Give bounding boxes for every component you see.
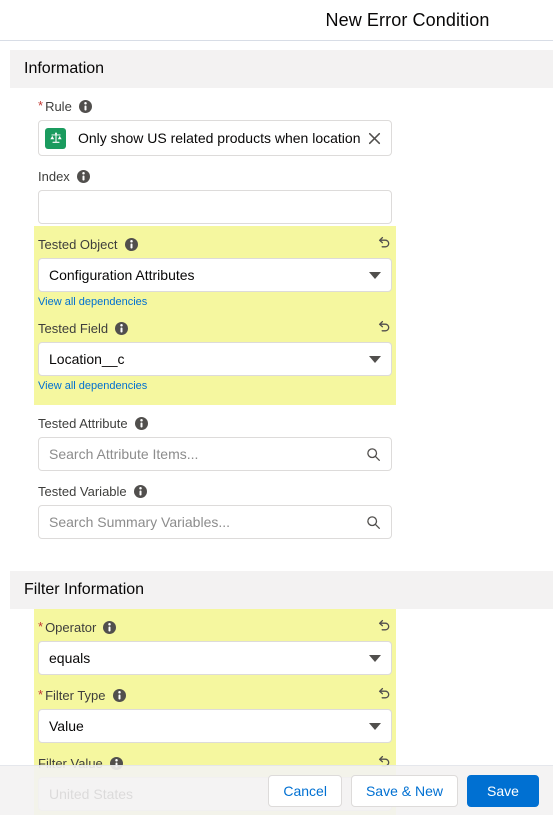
rule-lookup-pill[interactable]: Only show US related products when locat… [38,120,392,156]
modal-header: New Error Condition [0,0,553,41]
field-operator: * Operator equals [34,609,396,677]
info-icon[interactable] [78,99,92,113]
operator-value: equals [49,650,91,666]
field-label: Filter Type [45,687,106,703]
field-label: Tested Variable [38,483,127,499]
field-label: Tested Attribute [38,415,128,431]
modal-body[interactable]: Information * Rule Only show US related … [0,42,553,815]
section-title: Information [24,60,105,77]
field-index: Index [34,158,396,226]
save-button[interactable]: Save [467,774,539,807]
rule-value: Only show US related products when locat… [78,130,362,146]
undo-icon[interactable] [376,686,392,702]
field-tested-object: Tested Object Configuration Attributes V… [34,226,396,310]
chevron-down-icon [369,355,381,363]
modal-footer: Cancel Save & New Save [0,765,553,815]
info-icon[interactable] [115,321,129,335]
field-rule: * Rule Only show US related products whe… [34,88,396,158]
tested-object-value: Configuration Attributes [49,267,195,283]
tested-object-select[interactable]: Configuration Attributes [38,258,392,292]
information-fields: * Rule Only show US related products whe… [0,88,553,563]
filter-type-value: Value [49,718,84,734]
view-all-dependencies-link[interactable]: View all dependencies [38,296,396,308]
field-tested-attribute: Tested Attribute Search Attribute Items.… [34,405,396,473]
new-error-condition-modal: New Error Condition Information * Rule O… [0,0,553,815]
info-icon[interactable] [76,169,90,183]
operator-select[interactable]: equals [38,641,392,675]
field-tested-field: Tested Field Location__c View all depend… [34,310,396,394]
info-icon[interactable] [133,484,147,498]
cancel-button[interactable]: Cancel [268,774,342,807]
field-tested-object-label-line: Tested Object [34,235,396,253]
field-filter-type-label-line: * Filter Type [34,686,396,704]
required-indicator: * [38,618,44,634]
required-indicator: * [38,97,44,113]
tested-variable-search[interactable]: Search Summary Variables... [38,505,392,539]
info-icon[interactable] [124,237,138,251]
view-all-dependencies-link[interactable]: View all dependencies [38,380,396,392]
field-tested-attribute-label-line: Tested Attribute [34,414,396,432]
field-index-label-line: Index [34,167,396,185]
field-operator-label-line: * Operator [34,618,396,636]
highlighted-group-tested: Tested Object Configuration Attributes V… [34,226,396,405]
info-icon[interactable] [134,416,148,430]
tested-field-value: Location__c [49,351,125,367]
field-label: Tested Object [38,236,118,252]
scales-icon [45,127,66,149]
required-indicator: * [38,686,44,702]
info-icon[interactable] [103,620,117,634]
section-header-information: Information [10,50,553,88]
chevron-down-icon [369,654,381,662]
undo-icon[interactable] [376,618,392,634]
tested-attribute-search[interactable]: Search Attribute Items... [38,437,392,471]
tested-field-select[interactable]: Location__c [38,342,392,376]
filter-type-select[interactable]: Value [38,709,392,743]
tested-variable-placeholder: Search Summary Variables... [49,514,231,530]
undo-icon[interactable] [376,319,392,335]
field-label: Tested Field [38,320,109,336]
index-input[interactable] [38,190,392,224]
undo-icon[interactable] [376,235,392,251]
chevron-down-icon [369,722,381,730]
page-title: New Error Condition [325,10,490,30]
search-icon[interactable] [366,515,381,530]
save-and-new-button[interactable]: Save & New [350,774,458,807]
chevron-down-icon [369,271,381,279]
field-label: Rule [45,98,72,114]
section-title: Filter Information [24,581,145,598]
field-rule-label-line: * Rule [34,97,396,115]
tested-attribute-placeholder: Search Attribute Items... [49,446,199,462]
section-header-filter-information: Filter Information [10,571,553,609]
field-label: Index [38,168,70,184]
field-tested-variable: Tested Variable Search Summary Variables… [34,473,396,541]
search-icon[interactable] [366,447,381,462]
field-filter-type: * Filter Type Value [34,677,396,745]
field-label: Operator [45,619,97,635]
field-tested-field-label-line: Tested Field [34,319,396,337]
field-tested-variable-label-line: Tested Variable [34,482,396,500]
close-icon[interactable] [366,130,383,147]
info-icon[interactable] [112,688,126,702]
